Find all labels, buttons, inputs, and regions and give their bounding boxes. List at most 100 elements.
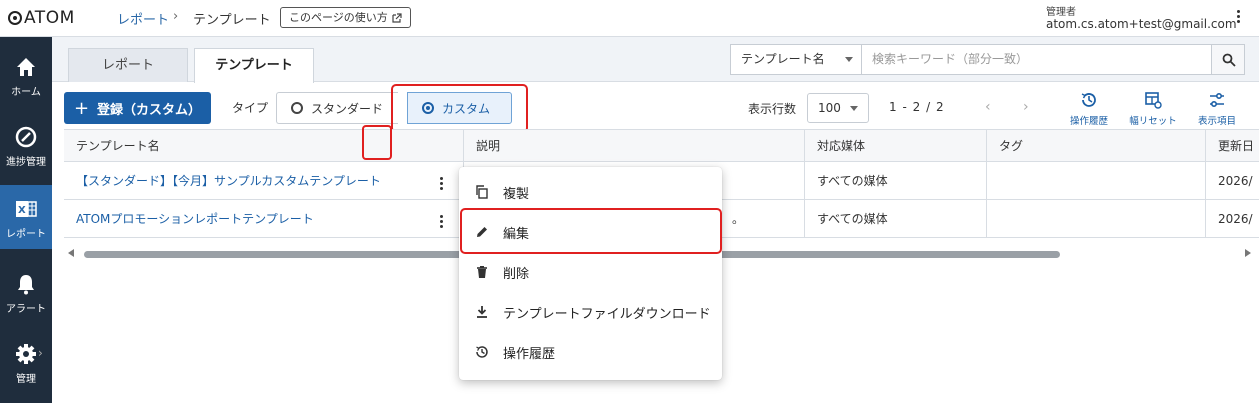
highlight-box-custom [391, 84, 528, 133]
reset-width-button[interactable]: 幅リセット [1128, 91, 1178, 127]
prev-page-icon[interactable]: ‹ [985, 99, 991, 115]
atom-logo[interactable]: ATOM [8, 8, 75, 28]
search-field-select[interactable]: テンプレート名 [731, 45, 862, 74]
search-field-value: テンプレート名 [741, 52, 825, 66]
updated-cell: 2026/ [1218, 173, 1253, 188]
table-reset-icon [1144, 91, 1162, 109]
tune-icon [1208, 91, 1226, 109]
help-button-label: このページの使い方 [289, 11, 388, 24]
download-icon [475, 305, 489, 319]
tool-label: 操作履歴 [1069, 116, 1108, 127]
more-vert-icon[interactable] [1236, 10, 1240, 26]
search-button[interactable] [1211, 45, 1244, 74]
updated-cell: 2026/ [1218, 211, 1253, 226]
menu-item-label: テンプレートファイルダウンロード [503, 306, 711, 322]
user-role: 管理者 [1046, 7, 1076, 18]
tag-cell [987, 200, 1206, 237]
logo-text: ATOM [24, 8, 75, 28]
type-radio-standard[interactable]: スタンダード [276, 92, 398, 124]
row-more-vert-icon[interactable] [434, 212, 448, 230]
pager-current: 1 [889, 100, 898, 114]
search-input[interactable]: 検索キーワード（部分一致） [862, 45, 1211, 74]
register-custom-button[interactable]: + 登録（カスタム） [64, 92, 211, 124]
user-email[interactable]: atom.cs.atom+test@gmail.com [1046, 17, 1237, 31]
template-name-link[interactable]: ATOMプロモーションレポートテンプレート [76, 210, 314, 227]
copy-icon [475, 185, 489, 199]
pager-total: 2 [935, 100, 945, 114]
sidebar-item-admin[interactable]: › 管理 [0, 342, 52, 385]
sidebar-label: ホーム [11, 87, 41, 98]
sidebar-label: 進捗管理 [6, 157, 46, 168]
tool-label: 幅リセット [1129, 116, 1177, 127]
breadcrumb-template: テンプレート [193, 13, 271, 28]
logo-mark-icon [8, 11, 22, 25]
external-link-icon [392, 12, 402, 23]
svg-text:X: X [18, 205, 26, 216]
template-name-cell: 【スタンダード】【今月】サンプルカスタムテンプレート [64, 162, 464, 199]
sidebar-item-home[interactable]: ホーム [0, 55, 52, 98]
template-name-cell: ATOMプロモーションレポートテンプレート [64, 200, 464, 237]
tab-strip: レポート テンプレート テンプレート名 検索キーワード（部分一致） [52, 37, 1259, 83]
menu-item-label: 削除 [503, 266, 530, 282]
column-header-updated[interactable]: 更新日 [1206, 130, 1259, 161]
column-header-media[interactable]: 対応媒体 [805, 130, 987, 161]
sidebar-item-alert[interactable]: アラート [0, 272, 52, 315]
bell-icon [14, 272, 38, 296]
pager-page: 2 [912, 100, 922, 114]
sidebar-item-progress[interactable]: 進捗管理 [0, 125, 52, 168]
column-header-description[interactable]: 説明 [464, 130, 805, 161]
sidebar-label: 管理 [16, 374, 36, 385]
menu-item-label: 複製 [503, 186, 530, 202]
pager-text: 1 - 2 / 2 [889, 100, 945, 114]
menu-item-operation-history[interactable]: 操作履歴 [459, 332, 722, 372]
top-bar: ATOM レポート › テンプレート このページの使い方 管理者 atom.cs… [0, 0, 1259, 37]
history-icon [475, 345, 489, 359]
help-button[interactable]: このページの使い方 [280, 7, 411, 28]
excel-report-icon: X [14, 197, 38, 221]
progress-icon [14, 125, 38, 149]
tool-label: 表示項目 [1197, 116, 1236, 127]
operation-history-button[interactable]: 操作履歴 [1064, 91, 1114, 127]
tag-cell [987, 162, 1206, 199]
gear-icon [14, 342, 38, 366]
column-header-tag[interactable]: タグ [987, 130, 1206, 161]
chevron-right-icon: › [38, 346, 43, 360]
sidebar: ホーム 進捗管理 X レポート アラート › 管理 [0, 37, 52, 403]
register-button-label: 登録（カスタム） [97, 102, 202, 118]
sidebar-label: アラート [6, 304, 46, 315]
rows-per-page-label: 表示行数 [748, 102, 797, 116]
row-more-vert-icon[interactable] [434, 174, 448, 192]
trash-icon [475, 265, 489, 279]
search-bar: テンプレート名 検索キーワード（部分一致） [730, 44, 1245, 75]
radio-off-icon [291, 102, 303, 114]
next-page-icon[interactable]: › [1023, 99, 1029, 115]
row-context-menu: 複製 編集 削除 テンプレートファイルダウンロード 操作履歴 [459, 167, 722, 380]
pager-sep: / [926, 100, 932, 114]
scroll-right-icon[interactable] [1245, 249, 1251, 257]
tab-report[interactable]: レポート [68, 48, 188, 82]
column-header-name[interactable]: テンプレート名 [64, 130, 464, 161]
highlight-box-edit [460, 208, 722, 254]
scroll-left-icon[interactable] [68, 249, 74, 257]
breadcrumb-report[interactable]: レポート [117, 9, 169, 28]
type-label: タイプ [232, 101, 269, 115]
rows-per-page-value: 100 [818, 101, 841, 115]
menu-item-duplicate[interactable]: 複製 [459, 172, 722, 212]
menu-item-download-template[interactable]: テンプレートファイルダウンロード [459, 292, 722, 332]
template-table: テンプレート名 説明 対応媒体 タグ 更新日 【スタンダード】【今月】サンプルカ… [64, 129, 1259, 238]
highlight-box-row-menu [362, 125, 392, 160]
search-icon [1222, 53, 1236, 67]
pager-sep: - [902, 100, 908, 114]
table-header-row: テンプレート名 説明 対応媒体 タグ 更新日 [64, 130, 1259, 162]
sidebar-item-report[interactable]: X レポート [0, 185, 52, 249]
rows-per-page-select[interactable]: 100 [807, 93, 869, 123]
display-items-button[interactable]: 表示項目 [1192, 91, 1242, 127]
tab-template[interactable]: テンプレート [194, 48, 314, 83]
menu-item-delete[interactable]: 削除 [459, 252, 722, 292]
media-cell: すべての媒体 [805, 162, 987, 199]
media-cell: すべての媒体 [805, 200, 987, 237]
home-icon [14, 55, 38, 79]
plus-icon: + [73, 97, 90, 119]
caret-down-icon [850, 106, 858, 111]
template-name-link[interactable]: 【スタンダード】【今月】サンプルカスタムテンプレート [76, 172, 381, 189]
